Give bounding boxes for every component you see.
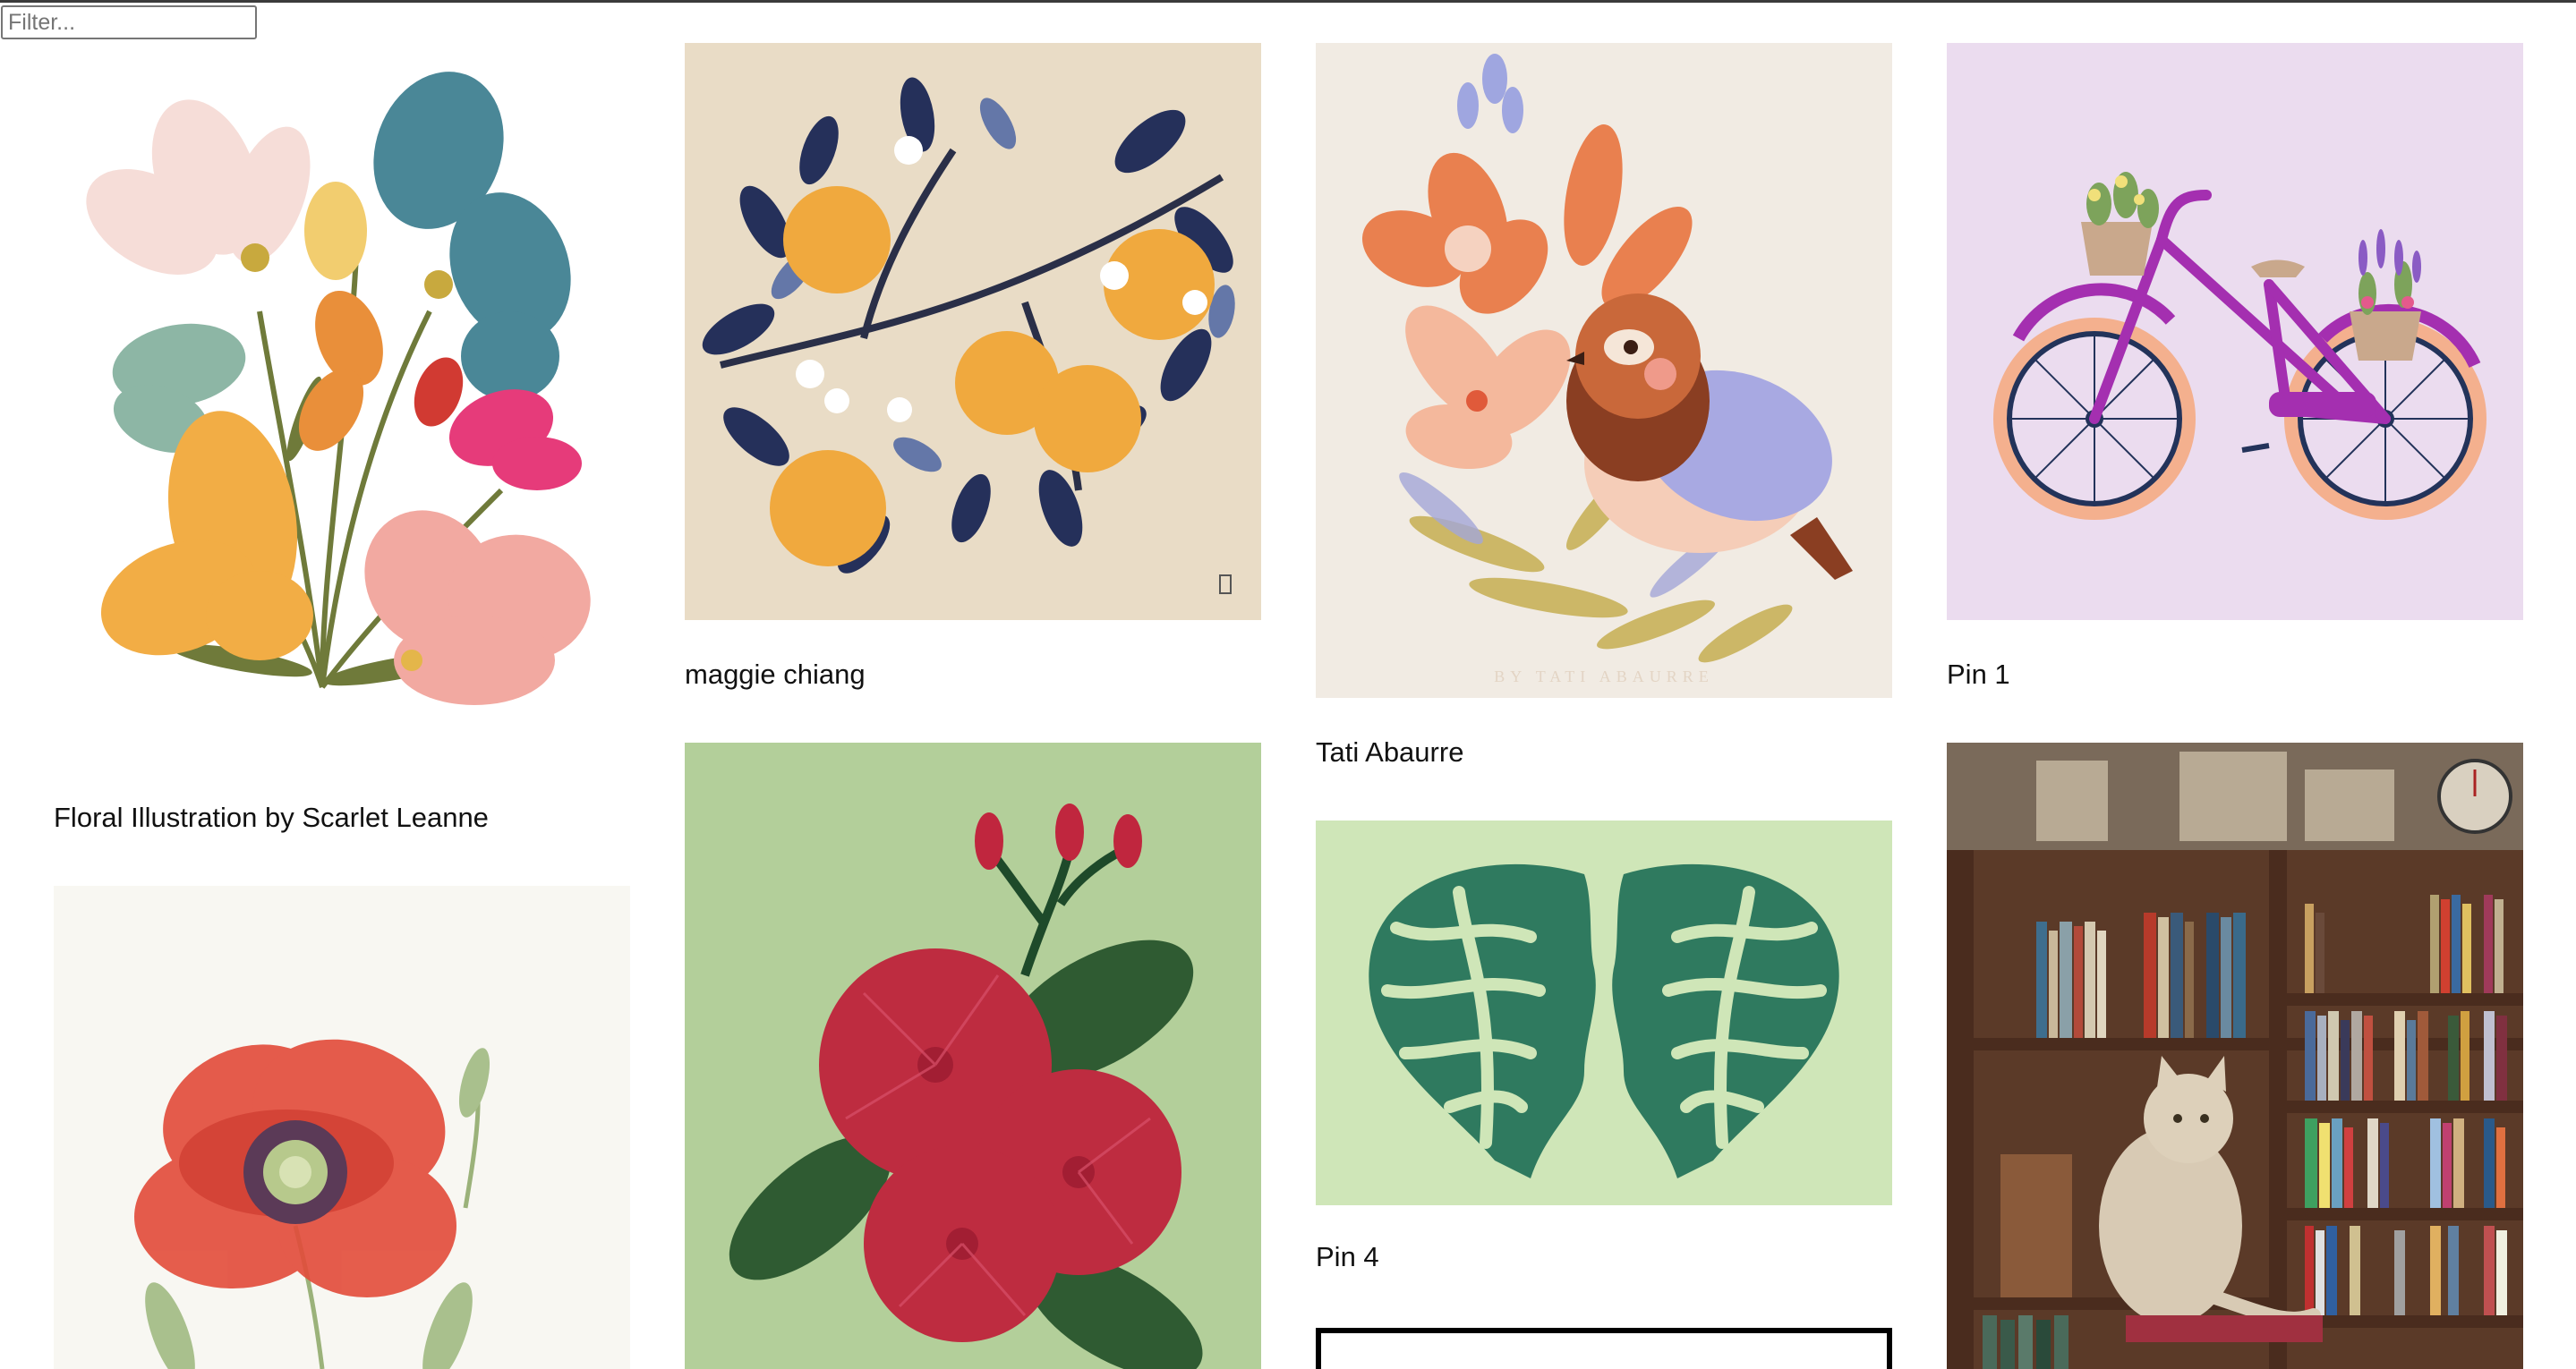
bicycle-image xyxy=(1947,43,2523,620)
pin-image[interactable]: BY TATI ABAURRE xyxy=(1316,43,1892,698)
pin-image[interactable] xyxy=(685,743,1261,1369)
pin-caption: Pin 4 xyxy=(1316,1241,1379,1272)
pin-red-hibiscus[interactable] xyxy=(685,743,1261,1369)
pin-image[interactable] xyxy=(54,886,630,1369)
pin-bird-and-flowers[interactable]: BY TATI ABAURRE Tati Abaurre xyxy=(1316,43,1892,772)
pin-outlined-card[interactable] xyxy=(1316,1328,1892,1369)
pin-image[interactable] xyxy=(54,43,630,732)
pin-bookshelf-cat[interactable] xyxy=(1947,743,2523,1369)
pin-image[interactable] xyxy=(1947,743,2523,1369)
pin-caption: maggie chiang xyxy=(685,659,866,690)
pin-caption: Floral Illustration by Scarlet Leanne xyxy=(54,802,489,833)
pin-orange-branch[interactable]: maggie chiang xyxy=(685,43,1261,696)
bird-and-flowers-image: BY TATI ABAURRE xyxy=(1316,43,1892,698)
floral-illustration-image xyxy=(54,43,630,732)
bookshelf-cat-image xyxy=(1947,743,2523,1369)
pin-bicycle[interactable]: Pin 1 xyxy=(1947,43,2523,696)
pin-poppy[interactable] xyxy=(54,886,630,1369)
red-hibiscus-image xyxy=(685,743,1261,1369)
pin-caption: Pin 1 xyxy=(1947,659,2010,690)
pin-mirrored-faces[interactable]: Pin 4 xyxy=(1316,821,1892,1286)
poppy-watercolor-image xyxy=(54,886,630,1369)
pin-image[interactable] xyxy=(1316,821,1892,1205)
pin-image[interactable] xyxy=(1316,1328,1892,1369)
pin-image[interactable] xyxy=(685,43,1261,620)
pin-floral-illustration[interactable]: Floral Illustration by Scarlet Leanne xyxy=(54,43,630,839)
watermark-text: BY TATI ABAURRE xyxy=(1494,667,1714,685)
pin-board: Floral Illustration by Scarlet Leanne ma… xyxy=(0,0,2576,1369)
mirrored-faces-image xyxy=(1316,821,1892,1205)
orange-branch-image xyxy=(685,43,1261,620)
pin-image[interactable] xyxy=(1947,43,2523,620)
pin-caption: Tati Abaurre xyxy=(1316,736,1464,768)
